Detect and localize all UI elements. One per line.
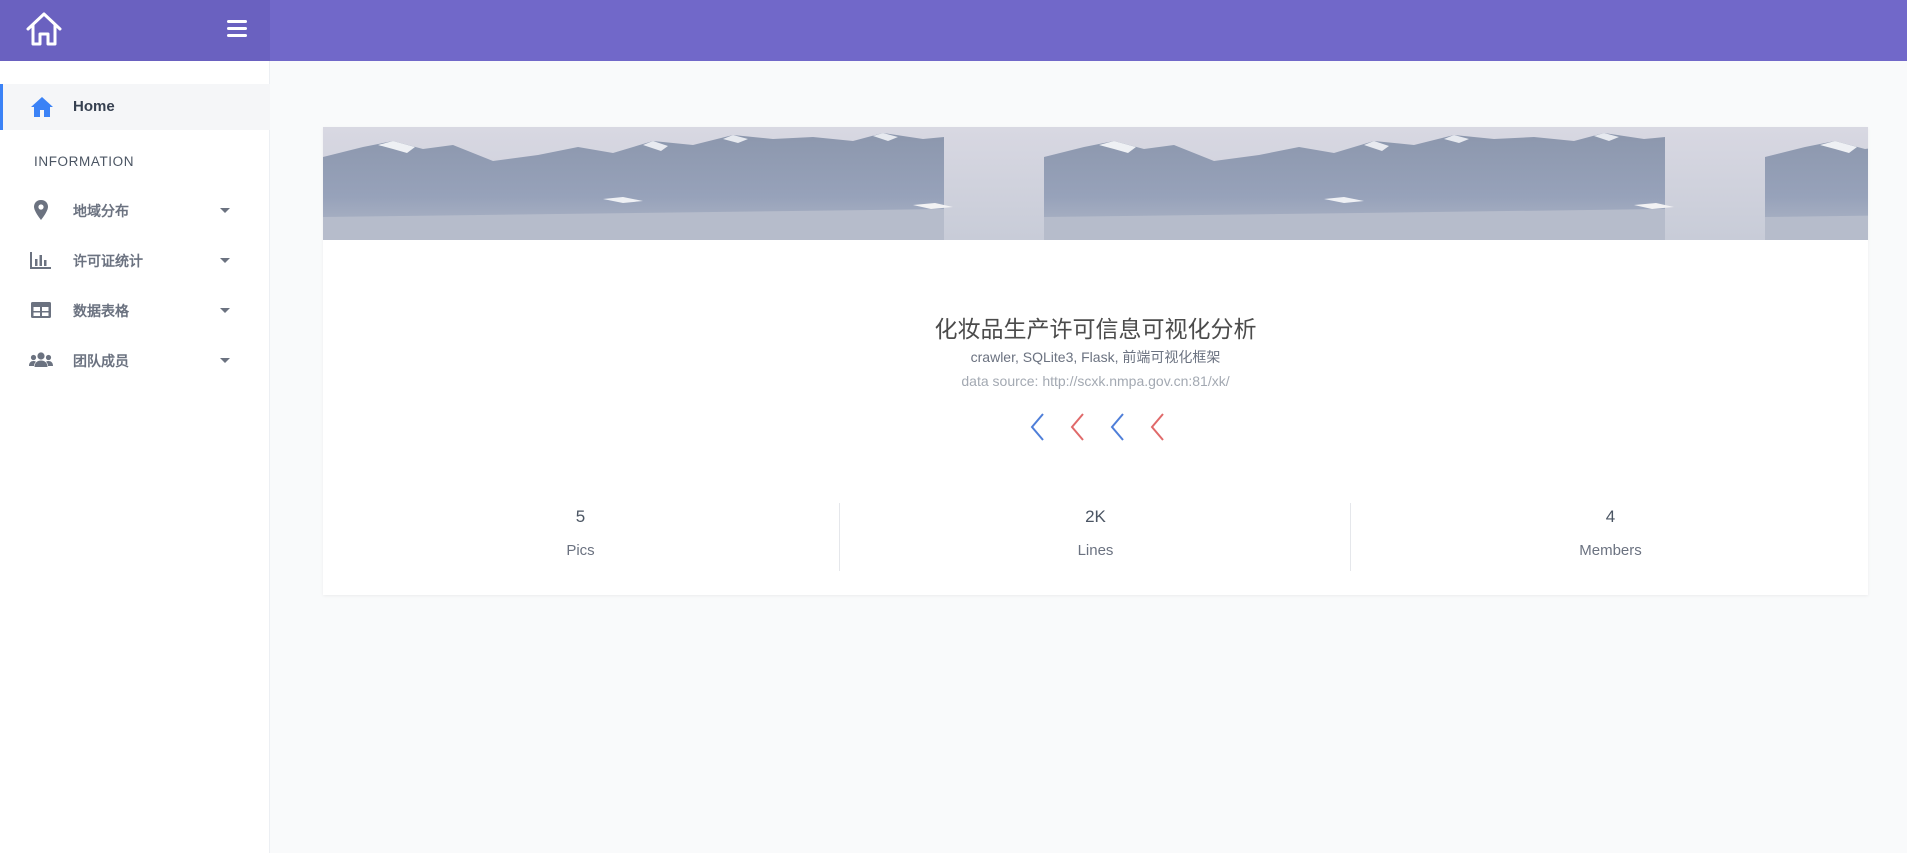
sidebar-item-label: 地域分布 [73, 203, 129, 219]
divider [1350, 503, 1351, 571]
sidebar-item-label: Home [73, 98, 115, 115]
sidebar-item-team[interactable]: 团队成员 [0, 338, 270, 382]
chevron-left-red-icon[interactable] [1066, 411, 1088, 443]
home-icon [31, 97, 53, 117]
chevron-down-icon [220, 208, 230, 213]
users-icon [29, 352, 53, 367]
sidebar-item-region[interactable]: 地域分布 [0, 188, 270, 232]
stat-label: Members [1579, 542, 1642, 559]
home-outline-icon[interactable] [24, 10, 64, 48]
chevron-left-red-icon[interactable] [1146, 411, 1168, 443]
page-title: 化妆品生产许可信息可视化分析 [934, 317, 1257, 343]
table-icon [31, 302, 51, 318]
section-title: INFORMATION [34, 154, 135, 169]
stat-label: Lines [1077, 542, 1114, 559]
brand-area [0, 0, 270, 61]
mountain-banner-image [323, 127, 1868, 240]
chevron-down-icon [220, 358, 230, 363]
map-marker-icon [34, 200, 48, 220]
chevron-down-icon [220, 308, 230, 313]
stat-value: 2K [1085, 507, 1106, 526]
sidebar-item-home[interactable]: Home [0, 84, 270, 130]
top-navbar [0, 0, 1907, 61]
stat-lines: 2K Lines [838, 507, 1353, 575]
stat-label: Pics [566, 542, 595, 559]
profile-card: 化妆品生产许可信息可视化分析 crawler, SQLite3, Flask, … [323, 127, 1868, 595]
chevron-down-icon [220, 258, 230, 263]
sidebar: Home INFORMATION 地域分布 许可证统计 数据表格 团队成员 [0, 61, 270, 853]
sidebar-item-data-table[interactable]: 数据表格 [0, 288, 270, 332]
data-source-text: data source: http://scxk.nmpa.gov.cn:81/… [961, 373, 1230, 389]
bar-chart-icon [30, 252, 51, 269]
stat-pics: 5 Pics [323, 507, 838, 575]
sidebar-item-license-stats[interactable]: 许可证统计 [0, 238, 270, 282]
chevron-left-blue-icon[interactable] [1106, 411, 1128, 443]
stat-value: 4 [1605, 507, 1616, 526]
sidebar-item-label: 团队成员 [73, 353, 129, 369]
subtitle: crawler, SQLite3, Flask, 前端可视化框架 [970, 349, 1221, 365]
sidebar-item-label: 数据表格 [73, 303, 129, 319]
stat-value: 5 [575, 507, 586, 526]
hamburger-icon[interactable] [224, 17, 250, 41]
stat-members: 4 Members [1353, 507, 1868, 575]
sidebar-item-label: 许可证统计 [73, 253, 143, 269]
chevron-left-blue-icon[interactable] [1026, 411, 1048, 443]
